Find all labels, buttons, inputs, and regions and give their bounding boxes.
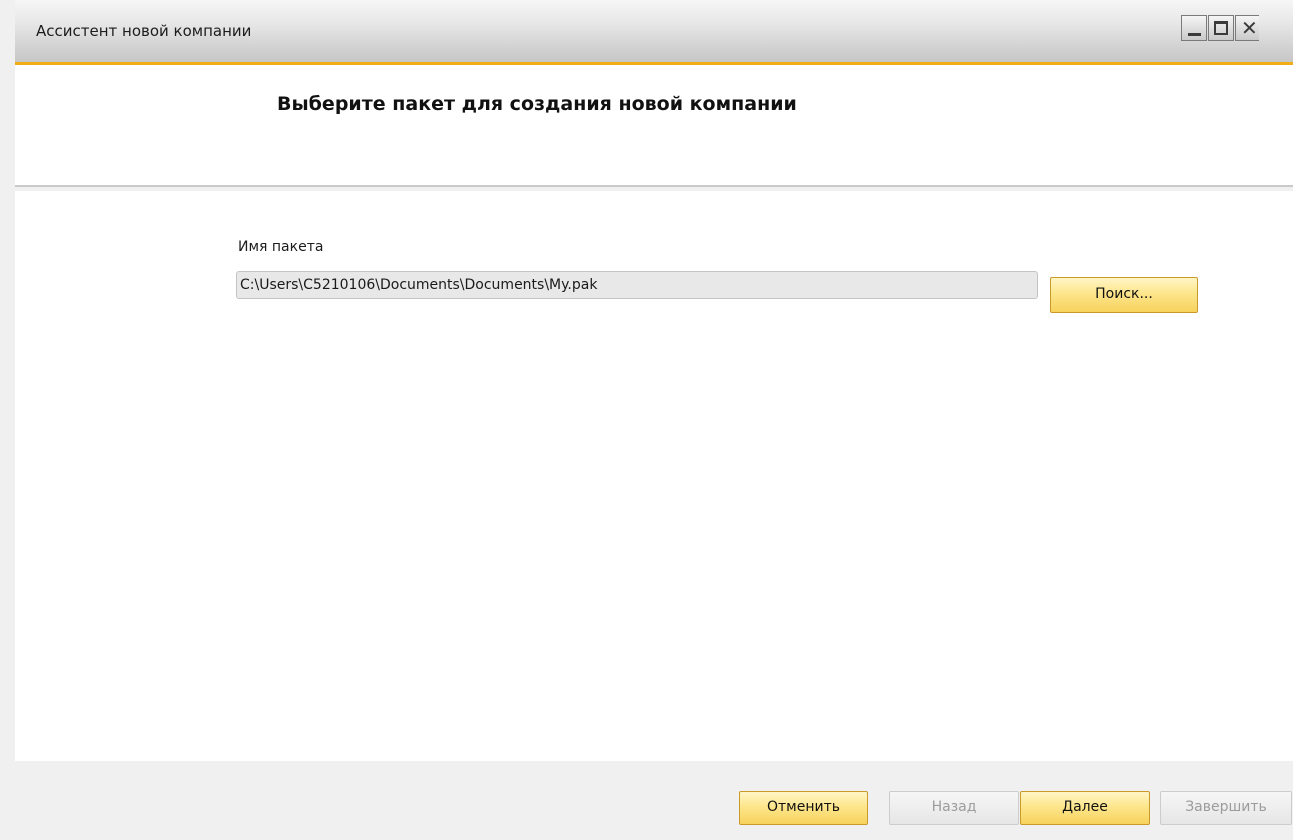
search-button[interactable]: Поиск...: [1050, 277, 1198, 313]
finish-button[interactable]: Завершить: [1160, 791, 1292, 825]
minimize-icon: [1188, 33, 1201, 36]
new-company-wizard-window: Ассистент новой компании ✕ Выберите паке…: [0, 0, 1293, 840]
page-title: Выберите пакет для создания новой компан…: [277, 93, 797, 115]
minimize-button[interactable]: [1181, 15, 1207, 41]
back-button[interactable]: Назад: [889, 791, 1019, 825]
wizard-footer: Отменить Назад Далее Завершить: [15, 761, 1293, 840]
next-button[interactable]: Далее: [1020, 791, 1150, 825]
cancel-button[interactable]: Отменить: [739, 791, 868, 825]
maximize-button[interactable]: [1208, 15, 1234, 41]
title-bar[interactable]: Ассистент новой компании ✕: [15, 0, 1293, 65]
wizard-header: Выберите пакет для создания новой компан…: [15, 65, 1293, 187]
close-icon: ✕: [1241, 16, 1258, 40]
window-title: Ассистент новой компании: [36, 22, 252, 40]
close-button[interactable]: ✕: [1235, 15, 1259, 41]
wizard-body: Имя пакета C:\Users\C5210106\Documents\D…: [15, 191, 1293, 761]
package-name-label: Имя пакета: [238, 239, 324, 255]
maximize-icon: [1214, 21, 1228, 35]
package-path-input[interactable]: C:\Users\C5210106\Documents\Documents\My…: [236, 271, 1038, 299]
